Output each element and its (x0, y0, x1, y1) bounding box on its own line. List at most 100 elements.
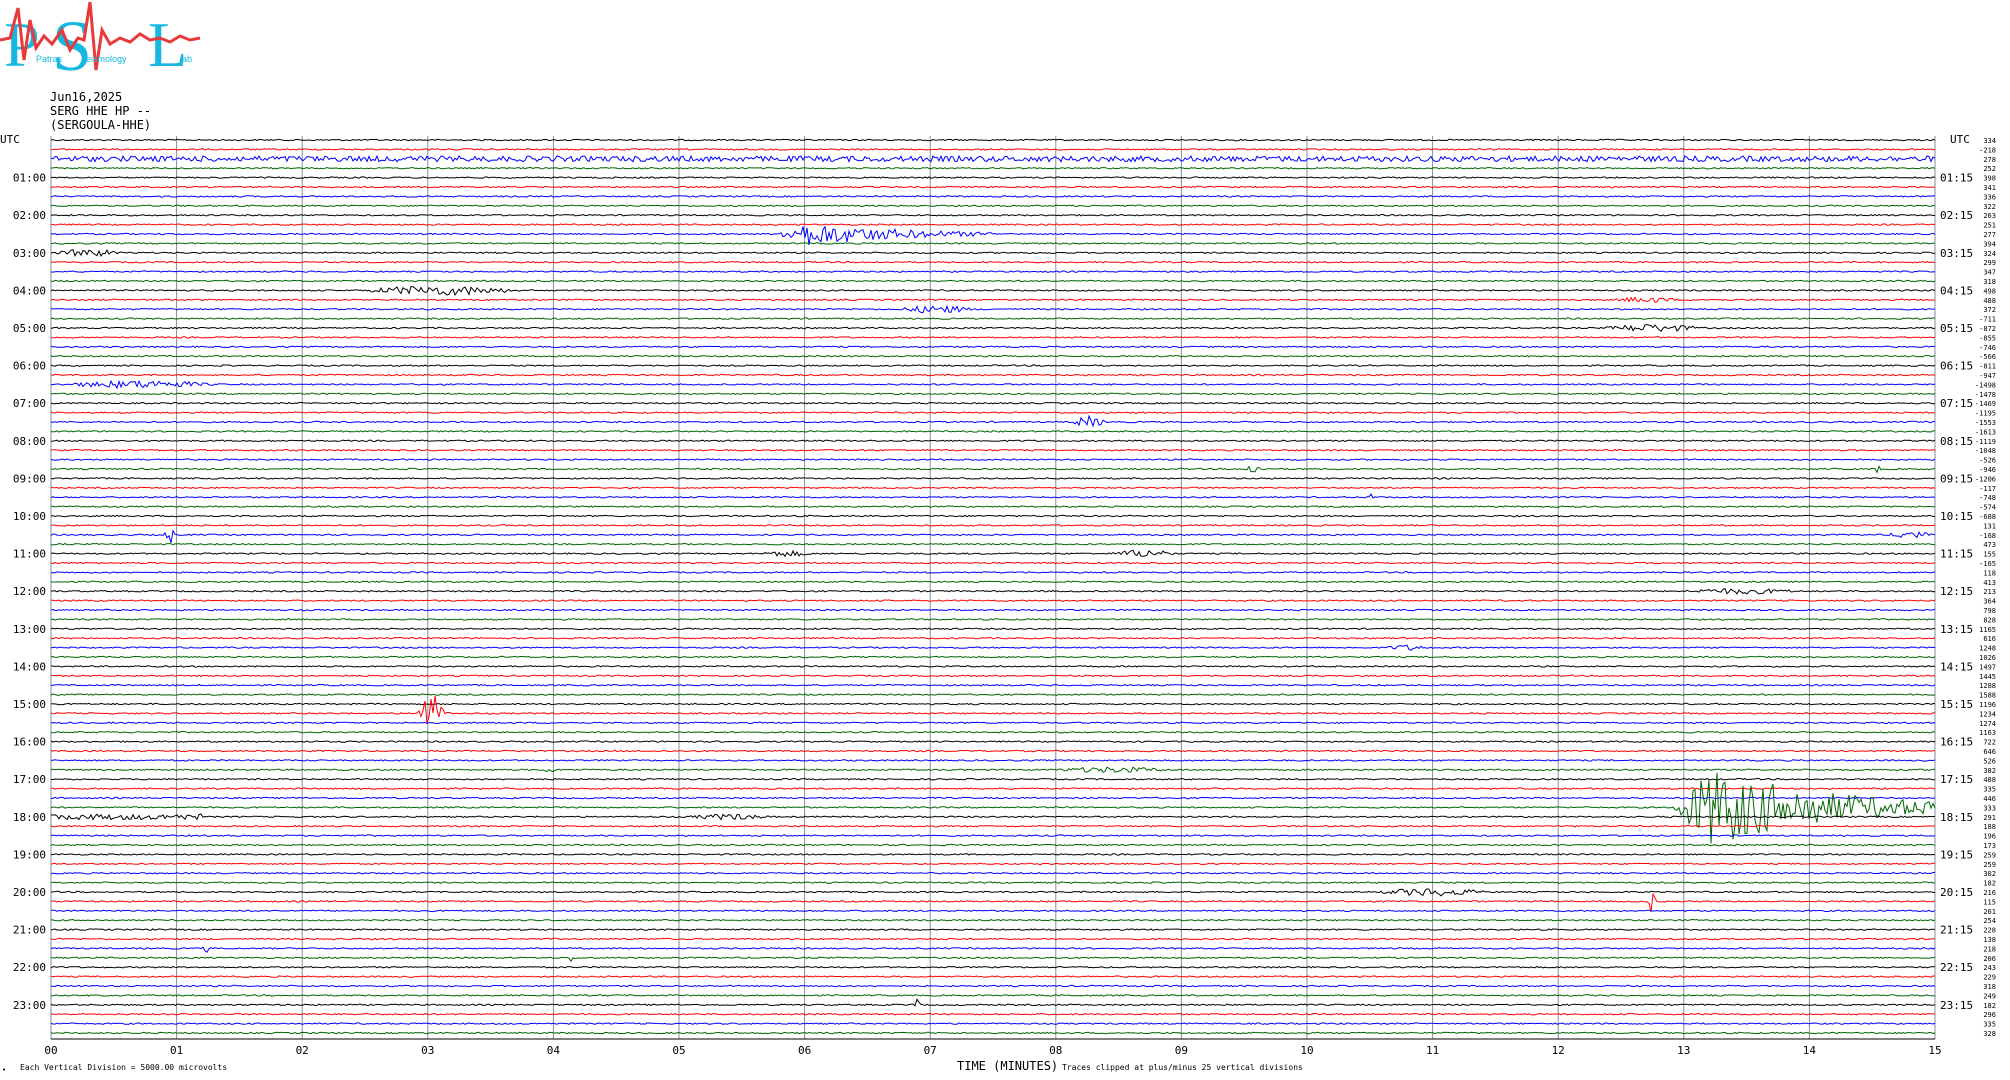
trace-offset-label: 336 (1983, 193, 1996, 201)
seismic-trace-green (50, 465, 1936, 474)
seismic-trace-black (50, 777, 1936, 781)
trace-offset-label: 828 (1983, 616, 1996, 624)
trace-offset-label: 341 (1983, 184, 1996, 192)
seismic-trace-red (50, 1012, 1936, 1016)
trace-offset-label: 131 (1983, 522, 1996, 530)
seismic-trace-green (50, 242, 1935, 245)
seismic-trace-blue (50, 721, 1936, 725)
seismic-trace-green (50, 166, 1936, 170)
seismic-trace-red (50, 749, 1936, 753)
trace-offset-label: 249 (1983, 992, 1996, 1000)
seismic-trace-blue (50, 304, 1936, 314)
x-tick-label: 08 (1049, 1044, 1062, 1057)
x-tick-label: 12 (1552, 1044, 1565, 1057)
seismic-trace-blue (50, 644, 1936, 651)
trace-offset-label: 263 (1983, 212, 1996, 220)
hour-label-left: 06:00 (13, 360, 46, 373)
seismic-trace-black (50, 853, 1936, 856)
trace-offset-label: -746 (1979, 344, 1996, 352)
hour-label-right: 05:15 (1940, 322, 1973, 335)
seismic-trace-black (50, 138, 1936, 142)
trace-offset-label: 318 (1983, 983, 1996, 991)
seismic-trace-green (50, 505, 1936, 508)
trace-offset-label: 173 (1983, 842, 1996, 850)
trace-offset-label: 382 (1983, 767, 1996, 775)
trace-offset-label: -688 (1979, 513, 1996, 521)
trace-offset-label: 291 (1983, 814, 1996, 822)
trace-offset-label: 324 (1983, 250, 1996, 258)
trace-offset-label: -566 (1979, 353, 1996, 361)
seismic-trace-red (50, 824, 1936, 828)
trace-offset-label: 413 (1983, 579, 1996, 587)
trace-offset-label: -1206 (1975, 475, 1996, 483)
seismic-trace-red (50, 148, 1936, 151)
seismic-trace-black (50, 627, 1935, 631)
trace-offset-label: 1026 (1979, 654, 1996, 662)
utc-label-right: UTC (1950, 133, 1970, 146)
seismic-trace-red (50, 296, 1936, 303)
seismic-trace-green (50, 843, 1936, 847)
seismic-trace-black (50, 439, 1936, 443)
seismic-trace-black (50, 740, 1936, 743)
utc-label-left: UTC (0, 133, 20, 146)
trace-offset-label: -872 (1979, 325, 1996, 333)
x-axis-title: TIME (MINUTES) (957, 1059, 1059, 1073)
trace-offset-label: 1248 (1979, 645, 1996, 653)
hour-label-right: 21:15 (1940, 924, 1973, 937)
trace-offset-label: 299 (1983, 259, 1996, 267)
hour-label-left: 09:00 (13, 472, 46, 485)
hour-label-right: 03:15 (1940, 247, 1973, 260)
hour-label-right: 22:15 (1940, 961, 1973, 974)
seismic-trace-blue (50, 608, 1936, 612)
trace-offset-label: -946 (1979, 466, 1996, 474)
hour-label-left: 11:00 (13, 548, 46, 561)
trace-offset-label: 188 (1983, 823, 1996, 831)
seismic-trace-black (50, 324, 1936, 332)
trace-offset-label: -1195 (1975, 410, 1996, 418)
seismic-trace-blue (50, 946, 1936, 953)
hour-label-left: 13:00 (13, 623, 46, 636)
trace-offset-label: 1163 (1979, 729, 1996, 737)
seismic-trace-red (50, 486, 1936, 490)
trace-offset-label: 254 (1983, 917, 1996, 925)
hour-label-right: 23:15 (1940, 999, 1973, 1012)
trace-offset-label: -1119 (1975, 438, 1996, 446)
seismic-trace-red (50, 260, 1936, 264)
seismic-trace-green (50, 618, 1936, 621)
trace-offset-label: 364 (1983, 598, 1996, 606)
trace-offset-label: 1165 (1979, 626, 1996, 634)
seismic-trace-red (50, 411, 1936, 414)
trace-offset-label: 155 (1983, 551, 1996, 559)
seismic-trace-red (51, 524, 1936, 527)
x-tick-label: 14 (1803, 1044, 1817, 1057)
seismic-trace-blue (50, 270, 1936, 273)
seismic-trace-green (50, 881, 1936, 884)
seismic-trace-red (50, 561, 1936, 565)
seismic-trace-blue (51, 759, 1936, 762)
trace-offset-label: 252 (1983, 165, 1996, 173)
x-tick-label: 05 (672, 1044, 685, 1057)
seismic-trace-red (50, 695, 1936, 724)
x-tick-label: 01 (170, 1044, 183, 1057)
trace-offset-label: 206 (1983, 955, 1996, 963)
seismic-trace-green (50, 317, 1936, 320)
hour-label-right: 18:15 (1940, 811, 1973, 824)
seismic-trace-black (50, 549, 1936, 558)
seismic-trace-red (50, 336, 1936, 339)
hour-label-right: 16:15 (1940, 736, 1973, 749)
seismic-trace-green (50, 1031, 1936, 1035)
trace-offset-label: -811 (1979, 363, 1996, 371)
seismic-trace-green (50, 542, 1936, 546)
trace-offset-label: -117 (1979, 485, 1996, 493)
trace-offset-label: 335 (1983, 1021, 1996, 1029)
trace-offset-label: 398 (1983, 175, 1996, 183)
trace-offset-label: 372 (1983, 306, 1996, 314)
seismic-trace-black (50, 401, 1936, 405)
seismic-trace-blue (50, 683, 1936, 687)
trace-offset-label: -1469 (1975, 400, 1996, 408)
seismic-trace-blue (50, 379, 1936, 390)
trace-offset-label: 213 (1983, 588, 1996, 596)
seismic-trace-black (50, 813, 1936, 821)
seismic-trace-blue (50, 154, 1936, 163)
x-tick-label: 09 (1175, 1044, 1188, 1057)
